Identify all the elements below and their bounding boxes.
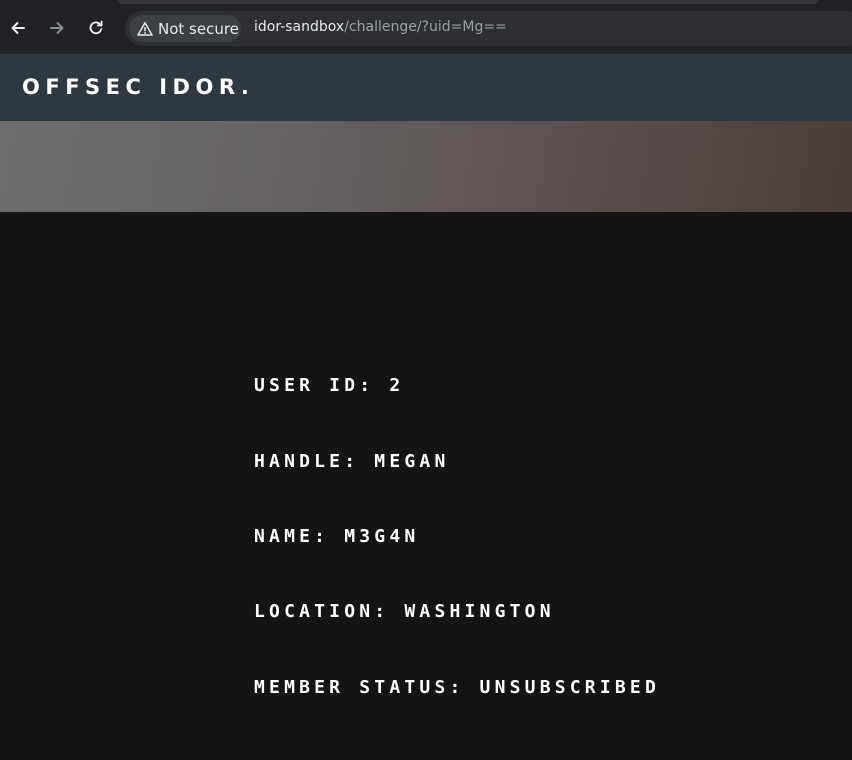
address-bar[interactable]: Not secure idor-sandbox/challenge/?uid=M… <box>125 11 852 46</box>
arrow-left-icon <box>11 22 25 34</box>
member-status-field: MEMBER STATUS: UNSUBSCRIBED <box>254 677 660 698</box>
site-logo[interactable]: OFFSEC IDOR. <box>22 75 254 99</box>
security-label: Not secure <box>158 19 239 38</box>
name-field: NAME: M3G4N <box>254 526 420 547</box>
location-field: LOCATION: WASHINGTON <box>254 601 555 622</box>
profile-panel: USER ID: 2 HANDLE: MEGAN NAME: M3G4N LOC… <box>0 212 852 760</box>
arrow-right-icon <box>50 22 64 34</box>
url-host: idor-sandbox <box>254 19 345 35</box>
hero-banner <box>0 121 852 212</box>
user-id-field: USER ID: 2 <box>254 375 405 396</box>
browser-toolbar: Not secure idor-sandbox/challenge/?uid=M… <box>0 0 852 55</box>
warning-triangle-icon <box>137 21 153 36</box>
site-header: OFFSEC IDOR. <box>0 55 852 121</box>
back-button[interactable] <box>7 17 29 39</box>
security-indicator[interactable]: Not secure <box>129 15 241 42</box>
url-text[interactable]: idor-sandbox/challenge/?uid=Mg== <box>254 19 507 35</box>
active-tab-edge[interactable] <box>118 0 818 4</box>
url-path: /challenge/?uid=Mg== <box>344 19 507 35</box>
handle-field: HANDLE: MEGAN <box>254 451 450 472</box>
reload-icon <box>89 20 103 35</box>
reload-button[interactable] <box>85 17 107 39</box>
forward-button[interactable] <box>46 17 68 39</box>
